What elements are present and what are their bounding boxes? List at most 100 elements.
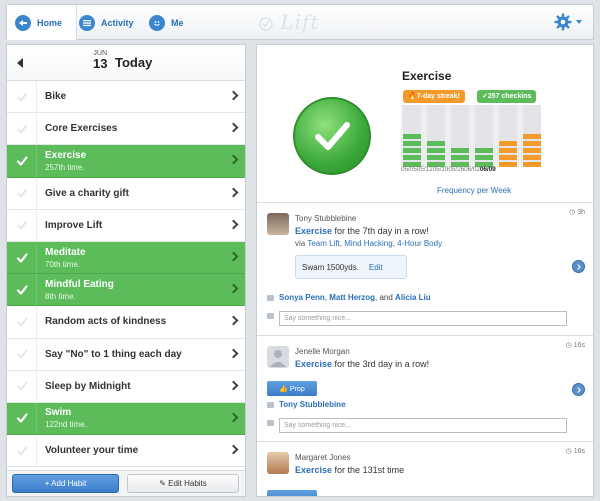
props-and: , and (375, 293, 396, 302)
detail-panel: Exercise 🔥7-day streak! ✓257 checkins 05… (256, 44, 594, 497)
add-habit-button[interactable]: + Add Habit (12, 474, 119, 493)
frequency-bar-segment (403, 141, 421, 146)
prop-user-tony[interactable]: Tony Stubblebine (279, 400, 346, 409)
habit-name: Exercise 257th time. (37, 150, 86, 172)
habit-row[interactable]: Sleep by Midnight (7, 370, 245, 403)
feed-habit-link[interactable]: Exercise (295, 226, 332, 236)
checkmark-icon[interactable] (7, 338, 37, 370)
checkmark-icon[interactable] (7, 435, 37, 467)
edit-note-link[interactable]: Edit (369, 263, 383, 272)
feed-time-value: 3h (577, 209, 585, 216)
nav-activity-label: Activity (101, 17, 134, 28)
habit-row[interactable]: Mindful Eating 8th time. (7, 274, 245, 307)
habit-list-footer: + Add Habit ✎ Edit Habits (7, 470, 245, 496)
checkmark-icon[interactable] (7, 177, 37, 209)
frequency-bar-segment (475, 148, 493, 153)
habit-name-text: Core Exercises (45, 123, 118, 135)
frequency-bar-segment (451, 155, 469, 160)
habit-name-text: Bike (45, 91, 67, 103)
chevron-down-icon (576, 20, 582, 24)
checkmark-icon[interactable] (7, 306, 37, 338)
checkmark-icon[interactable] (7, 241, 37, 274)
feed-item: Margaret Jones ◷ 16s Exercise for the 13… (257, 442, 593, 496)
habit-name-text: Volunteer your time (45, 445, 139, 457)
nav-home[interactable]: Home (7, 5, 77, 40)
expand-arrow-icon[interactable] (572, 383, 585, 396)
feed-user-name[interactable]: Margaret Jones (295, 453, 351, 462)
prop-user-sonya[interactable]: Sonya Penn (279, 293, 325, 302)
habit-row[interactable]: Random acts of kindness (7, 306, 245, 339)
prop-user-alicia[interactable]: Alicia Liu (395, 293, 431, 302)
feed-habit-link[interactable]: Exercise (295, 465, 332, 475)
activity-icon (79, 14, 95, 31)
habit-name: Meditate 70th time. (37, 247, 86, 269)
habit-name: Give a charity gift (37, 188, 129, 199)
habit-row[interactable]: Exercise 257th time. (7, 145, 245, 178)
comment-input[interactable]: Say something nice... (279, 418, 567, 433)
habit-name-text: Meditate (45, 246, 86, 258)
habit-count: 8th time. (45, 291, 76, 301)
avatar[interactable] (267, 213, 289, 235)
habit-row[interactable]: Say "No" to 1 thing each day (7, 338, 245, 371)
nav-me[interactable]: Me (149, 5, 201, 40)
frequency-bar (523, 105, 541, 167)
feed-user-name[interactable]: Tony Stubblebine (295, 214, 356, 223)
edit-habits-button[interactable]: ✎ Edit Habits (127, 474, 239, 493)
checkmark-icon[interactable] (7, 145, 37, 177)
feed-message-text: for the 7th day in a row! (332, 226, 429, 236)
checkmark-icon[interactable] (7, 81, 37, 113)
habit-row[interactable]: Core Exercises (7, 113, 245, 146)
comment-input[interactable]: Say something nice... (279, 311, 567, 326)
habit-row[interactable]: Volunteer your time (7, 435, 245, 468)
checkmark-icon[interactable] (7, 402, 37, 435)
nav-activity[interactable]: Activity (79, 5, 143, 40)
habit-row[interactable]: Swim 122nd time. (7, 402, 245, 436)
habit-row[interactable]: Meditate 70th time. (7, 241, 245, 275)
nav-me-label: Me (171, 17, 184, 28)
via-link-team-lift[interactable]: Team Lift (307, 239, 339, 248)
frequency-bar-segment (403, 155, 421, 160)
prop-user-matt[interactable]: Matt Herzog (329, 293, 375, 302)
week-date-label: 05/05 (401, 166, 417, 173)
nav-home-label: Home (37, 17, 63, 28)
big-check-icon[interactable] (293, 97, 371, 175)
chevron-right-icon (228, 154, 239, 165)
prop-button-partial[interactable] (267, 490, 317, 496)
avatar[interactable] (267, 346, 289, 368)
weekly-frequency-chart (401, 105, 541, 167)
habit-row[interactable]: Improve Lift (7, 209, 245, 242)
date-header: JUN 13 Today (7, 45, 245, 81)
comment-icon (267, 420, 274, 426)
prop-button[interactable]: 👍 Prop (267, 381, 317, 396)
feed-user-name[interactable]: Jenelle Morgan (295, 347, 350, 356)
clock-icon: ◷ (565, 448, 572, 455)
clock-icon: ◷ (569, 209, 576, 216)
previous-day-arrow-icon[interactable] (17, 58, 23, 68)
feed-habit-link[interactable]: Exercise (295, 359, 332, 369)
habit-name-text: Say "No" to 1 thing each day (45, 348, 182, 360)
checkmark-icon[interactable] (7, 370, 37, 402)
checkmark-icon[interactable] (7, 209, 37, 241)
frequency-bar-segment (523, 148, 541, 153)
avatar[interactable] (267, 452, 289, 474)
habit-row[interactable]: Bike (7, 81, 245, 114)
date-day: 13 (93, 56, 108, 71)
habit-row[interactable]: Give a charity gift (7, 177, 245, 210)
habit-count: 70th time. (45, 259, 81, 269)
checkmark-icon[interactable] (7, 113, 37, 145)
checkmark-icon[interactable] (7, 274, 37, 306)
prop-icon (267, 402, 274, 408)
expand-arrow-icon[interactable] (572, 260, 585, 273)
habit-count: 257th time. (45, 162, 85, 172)
week-date-labels: 05/0505/1205/1905/2606/0206/09 (401, 166, 541, 173)
feed-message-text: for the 131st time (332, 465, 405, 475)
checkin-note-text: Swam 1500yds. (302, 263, 359, 272)
habit-name-text: Exercise (45, 149, 87, 161)
habit-count: 122nd time. (45, 420, 87, 430)
settings-menu[interactable] (554, 13, 583, 31)
feed-message: Exercise for the 3rd day in a row! (295, 359, 429, 369)
via-link-mind-hacking[interactable]: Mind Hacking (344, 239, 392, 248)
frequency-bar-segment (475, 155, 493, 160)
via-link-4-hour-body[interactable]: 4-Hour Body (397, 239, 442, 248)
frequency-bar (403, 105, 421, 167)
